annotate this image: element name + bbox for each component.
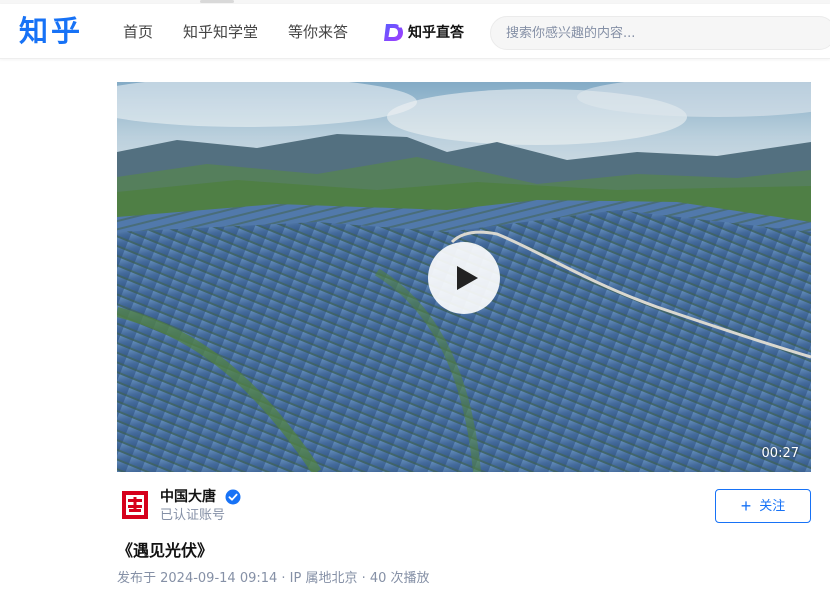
- video-player[interactable]: 00:27: [117, 82, 811, 472]
- datang-logo: [122, 491, 148, 519]
- plus-icon: +: [740, 495, 752, 516]
- nav-home[interactable]: 首页: [123, 22, 153, 42]
- tab-indicator: [200, 0, 234, 3]
- nav-waiting-answers[interactable]: 等你来答: [288, 22, 348, 42]
- play-button[interactable]: [428, 242, 500, 314]
- verified-badge-icon: [225, 489, 241, 505]
- zhida-d-icon: [384, 23, 403, 41]
- follow-label: 关注: [759, 498, 786, 513]
- post-title[interactable]: 《遇见光伏》: [117, 540, 213, 562]
- follow-button[interactable]: + 关注: [715, 489, 811, 523]
- author-avatar[interactable]: [117, 487, 153, 523]
- video-duration: 00:27: [761, 446, 799, 461]
- search-box[interactable]: [490, 16, 830, 50]
- zhihu-logo[interactable]: 知乎: [19, 12, 83, 50]
- nav-zhida[interactable]: 知乎直答: [383, 21, 464, 43]
- zhida-label: 知乎直答: [408, 25, 464, 41]
- site-header: 知乎 首页 知乎知学堂 等你来答 知乎直答: [0, 4, 830, 59]
- post-meta: 发布于 2024-09-14 09:14 · IP 属地北京 · 40 次播放: [117, 571, 430, 586]
- author-name[interactable]: 中国大唐: [160, 488, 216, 506]
- search-input[interactable]: [506, 17, 806, 49]
- author-verified-label: 已认证账号: [160, 508, 226, 523]
- play-icon: [457, 266, 478, 290]
- nav-zhixuetang[interactable]: 知乎知学堂: [183, 22, 258, 42]
